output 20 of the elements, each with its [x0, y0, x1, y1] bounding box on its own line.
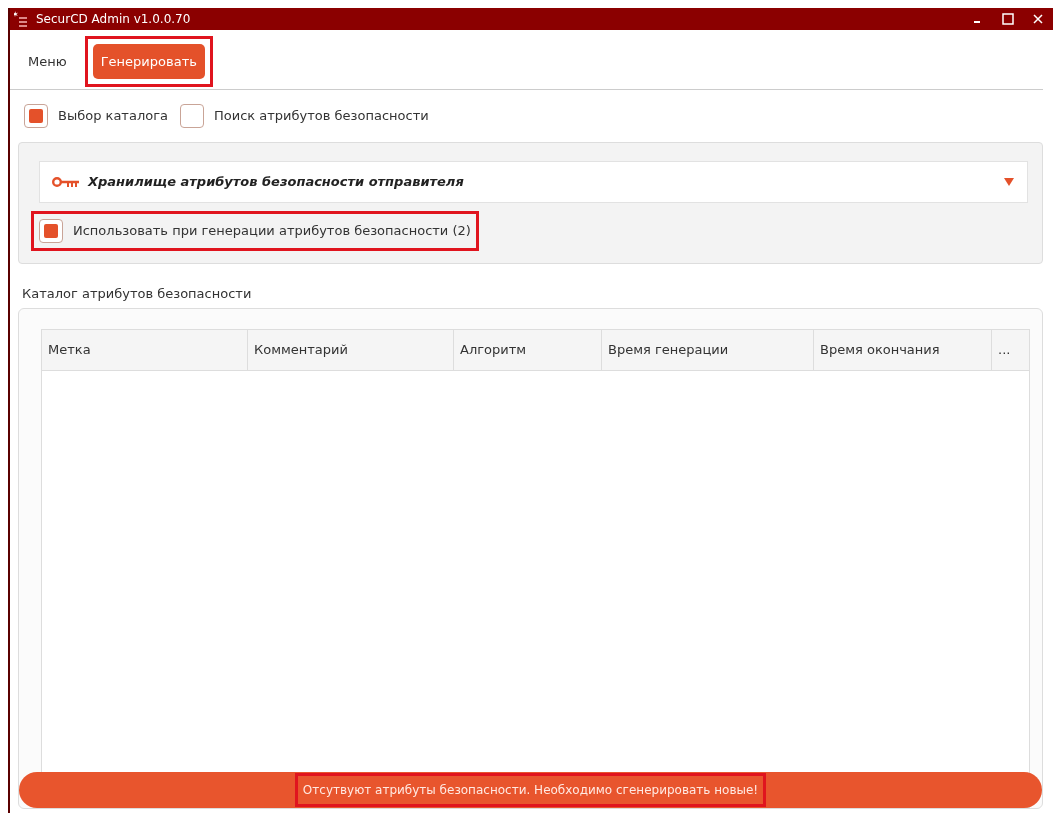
window-title: SecurCD Admin v1.0.0.70 [36, 11, 191, 28]
column-header[interactable]: Время окончания [814, 329, 992, 370]
app-icon [14, 11, 28, 27]
storage-dropdown[interactable]: Хранилище атрибутов безопасности отправителя [39, 161, 1028, 203]
tab[interactable]: Меню [20, 43, 75, 80]
maximize-icon[interactable] [1001, 12, 1015, 26]
mode-option[interactable]: Выбор каталога [24, 104, 168, 128]
mode-option[interactable]: Поиск атрибутов безопасности [179, 104, 429, 128]
section-title: Каталог атрибутов безопасности [21, 285, 253, 303]
column-header[interactable]: Алгоритм [454, 329, 602, 370]
column-header[interactable]: Время генерации [602, 329, 814, 370]
close-icon[interactable] [1031, 12, 1045, 26]
column-header[interactable]: Комментарий [248, 329, 454, 370]
status-message: Отсутвуют атрибуты безопасности. Необходимо сгенерировать новые! [302, 782, 759, 799]
column-header[interactable]: ... [992, 329, 1029, 370]
use-checkbox[interactable]: Использовать при генерации атрибутов безопасности (2) [39, 219, 471, 243]
key-icon [52, 176, 80, 188]
caret-icon [1003, 177, 1015, 187]
tab[interactable]: Генерировать [92, 43, 205, 80]
column-header[interactable]: Метка [42, 329, 248, 370]
